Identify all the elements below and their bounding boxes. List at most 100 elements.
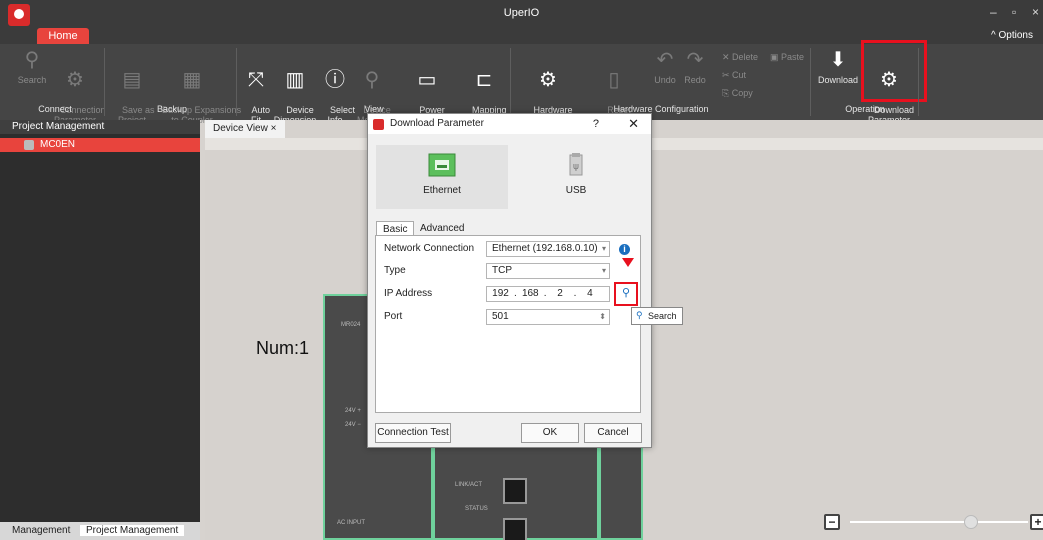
help-button[interactable]: ? <box>593 114 599 134</box>
network-connection-select[interactable]: Ethernet (192.168.0.10) ▾ <box>486 241 610 257</box>
gears-icon: ⚙ <box>539 69 557 91</box>
app-title: UperIO <box>503 7 540 19</box>
minimize-button[interactable]: – <box>990 5 997 19</box>
ip-octet[interactable]: 2 <box>547 287 574 301</box>
copy-label: Copy <box>731 88 753 98</box>
project-management-panel: Project Management MC0EN Management Proj… <box>0 120 200 540</box>
restore-button[interactable]: ▫ <box>1012 5 1016 19</box>
download-button[interactable]: ⬇ Download <box>816 48 860 85</box>
ribbon-separator <box>918 48 919 116</box>
redo-label: Redo <box>684 75 706 85</box>
ribbon-separator <box>236 48 237 116</box>
chevron-down-icon: ▾ <box>601 266 606 275</box>
device-terminal-text: 24V + <box>345 408 361 414</box>
zoom-track[interactable] <box>850 521 1028 523</box>
network-connection-label: Network Connection <box>384 243 475 254</box>
search-icon: ⚲ <box>24 49 40 71</box>
usb-icon: ψ <box>569 153 583 176</box>
search-button[interactable]: ⚲ Search <box>12 48 52 85</box>
tab-basic[interactable]: Basic <box>376 221 415 236</box>
link-act-text: LINK/ACT <box>455 482 483 488</box>
group-connect-label: Connect <box>38 104 72 114</box>
gear-icon: ⚙ <box>66 69 84 91</box>
device-number-label: Num:1 <box>256 338 310 358</box>
delete-label: Delete <box>732 52 759 62</box>
undo-label: Undo <box>654 75 676 85</box>
dialog-title-bar: Download Parameter ? ✕ <box>368 114 651 134</box>
ip-octet[interactable]: 168 <box>517 287 544 301</box>
ribbon-separator <box>104 48 105 116</box>
dialog-title: Download Parameter <box>390 118 484 129</box>
ok-button[interactable]: OK <box>521 423 579 443</box>
port-label: Port <box>384 311 403 322</box>
download-arrow-icon: ⬇ <box>829 49 847 71</box>
connection-test-button[interactable]: Connection Test <box>375 423 451 443</box>
tab-device-view[interactable]: Device View × <box>205 120 285 138</box>
paste-button[interactable]: ▣ Paste <box>770 52 804 63</box>
zoom-in-button[interactable]: + <box>1030 514 1043 530</box>
options-label: Options <box>998 30 1033 41</box>
zoom-control: − + <box>820 514 1043 532</box>
ip-address-label: IP Address <box>384 288 433 299</box>
type-select[interactable]: TCP ▾ <box>486 263 610 279</box>
options-button[interactable]: ^ Options <box>991 30 1033 41</box>
ribbon-separator <box>810 48 811 116</box>
battery-icon: ▭ <box>417 69 437 91</box>
info-icon[interactable]: i <box>619 244 630 255</box>
port-input[interactable]: 501 ⬍ <box>486 309 610 325</box>
group-backup-label: Backup <box>156 104 188 114</box>
search-tooltip: ⚲ Search <box>631 307 683 325</box>
tab-home[interactable]: Home <box>37 28 89 44</box>
search-icon: ⚲ <box>636 310 643 320</box>
redo-button[interactable]: ↷ Redo <box>682 48 708 85</box>
delete-button[interactable]: ✕ Delete <box>722 52 758 63</box>
download-parameter-dialog: Download Parameter ? ✕ Ethernet ψ USB Ba… <box>367 113 652 448</box>
ribbon: ⚲ Search ⚙ Connection Parameter Connect … <box>0 40 1043 125</box>
cut-label: Cut <box>732 70 747 80</box>
paste-label: Paste <box>781 52 805 62</box>
spinner-icon[interactable]: ⬍ <box>599 310 606 324</box>
usb-label: USB <box>565 185 587 196</box>
tree-item-project[interactable]: MC0EN <box>0 138 200 152</box>
ip-octet[interactable]: 192 <box>487 287 514 301</box>
ethernet-icon <box>428 153 456 177</box>
fit-icon: ⤧ <box>248 69 264 91</box>
download-label: Download <box>817 75 859 85</box>
chevron-down-icon: ▾ <box>601 244 606 253</box>
title-bar: UperIO – ▫ × <box>0 0 1043 28</box>
panel-header: Project Management <box>0 120 200 134</box>
basic-settings-panel: Network Connection Ethernet (192.168.0.1… <box>375 235 641 413</box>
ethernet-option[interactable]: Ethernet <box>376 145 508 209</box>
cut-button[interactable]: ✂ Cut <box>722 70 746 81</box>
zoom-out-button[interactable]: − <box>824 514 840 530</box>
usb-option[interactable]: ψ USB <box>510 145 642 209</box>
tooltip-text: Search <box>648 311 677 321</box>
tree-item-label: MC0EN <box>40 139 76 150</box>
zoom-slider-thumb[interactable] <box>964 515 978 529</box>
device-terminal-text: 24V − <box>345 422 361 428</box>
tab-advanced[interactable]: Advanced <box>414 221 470 236</box>
monitor-icon: ⚲ <box>364 69 380 91</box>
close-button[interactable]: × <box>1032 5 1039 19</box>
type-label: Type <box>384 265 406 276</box>
annotation-arrow-icon <box>622 258 634 267</box>
undo-button[interactable]: ↶ Undo <box>652 48 678 85</box>
cancel-button[interactable]: Cancel <box>584 423 642 443</box>
status-text: STATUS <box>465 506 488 512</box>
network-connection-value: Ethernet (192.168.0.10) <box>492 243 598 254</box>
redo-icon: ↷ <box>686 49 704 71</box>
ethernet-port <box>503 518 527 540</box>
ribbon-separator <box>510 48 511 116</box>
tab-project-management[interactable]: Project Management <box>80 525 185 536</box>
type-value: TCP <box>492 265 512 276</box>
ip-octet[interactable]: 4 <box>576 287 603 301</box>
port-value: 501 <box>492 311 509 322</box>
page-icon: ▯ <box>608 69 620 91</box>
copy-button[interactable]: ⎘ Copy <box>722 88 753 99</box>
document-icon: ▤ <box>122 69 142 91</box>
backup-icon: ▦ <box>182 69 202 91</box>
ip-address-input[interactable]: 192. 168. 2. 4 <box>486 286 610 302</box>
app-icon <box>373 119 384 130</box>
tab-management[interactable]: Management <box>12 525 70 536</box>
dialog-close-button[interactable]: ✕ <box>628 114 639 134</box>
